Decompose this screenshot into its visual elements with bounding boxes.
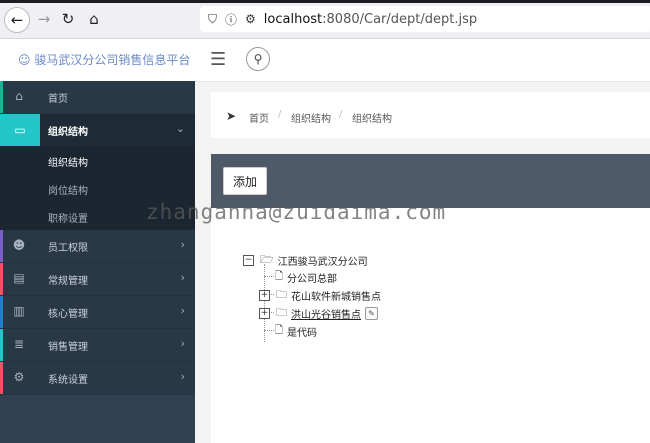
edit-icon[interactable]: ✎ bbox=[365, 306, 378, 320]
expand-toggle-icon[interactable]: + bbox=[259, 307, 270, 319]
back-icon[interactable]: ← bbox=[4, 7, 30, 33]
sidebar-subitem-org[interactable]: 组织结构 bbox=[0, 146, 195, 174]
sidebar-subitem-position[interactable]: 岗位结构 bbox=[0, 174, 195, 202]
sidebar-subitem-title[interactable]: 职称设置 bbox=[0, 202, 195, 230]
url-host: localhost bbox=[263, 11, 323, 27]
list-icon: ≣ bbox=[13, 337, 25, 351]
sidebar-item-staff[interactable]: ☻ 员工权限 › bbox=[0, 230, 195, 263]
tab-strip bbox=[0, 0, 650, 3]
sidebar-subitem-label: 职称设置 bbox=[48, 214, 88, 225]
url-bar[interactable]: ⛉ ⓘ ⚙ localhost:8080/Car/dept/dept.jsp bbox=[200, 6, 650, 32]
breadcrumb-separator: / bbox=[278, 109, 282, 120]
tree-node-label[interactable]: 洪山光谷销售点 bbox=[291, 306, 361, 321]
tree-node[interactable]: 🗋 是代码 bbox=[275, 324, 317, 339]
sidebar-accent bbox=[0, 329, 3, 361]
chart-icon: ▥ bbox=[13, 304, 25, 318]
home-icon[interactable]: ⌂ bbox=[84, 9, 104, 29]
sidebar-item-settings[interactable]: ⚙ 系统设置 › bbox=[0, 362, 195, 395]
monitor-icon: ▭ bbox=[0, 114, 40, 146]
tree-node[interactable]: 🗋 分公司总部 bbox=[275, 270, 337, 285]
tree-node-selected[interactable]: + 🗀 洪山光谷销售点 ✎ bbox=[259, 305, 378, 321]
collapse-toggle-icon[interactable]: − bbox=[243, 254, 254, 266]
folder-icon: 🗀 bbox=[276, 287, 287, 301]
folder-open-icon: 🗁 bbox=[260, 252, 274, 266]
search-icon[interactable]: ⚲ bbox=[246, 47, 270, 71]
list-icon: ▤ bbox=[13, 271, 25, 285]
sidebar: ⌂ 首页 ▭ 组织结构 ⌄ 组织结构 岗位结构 职称设置 ☻ 员工权限 › ▤ … bbox=[0, 81, 195, 443]
tree-node-label[interactable]: 江西骏马武汉分公司 bbox=[278, 253, 368, 268]
url-text[interactable]: localhost:8080/Car/dept/dept.jsp bbox=[264, 12, 477, 27]
chevron-right-icon: › bbox=[180, 370, 185, 383]
sidebar-item-label: 系统设置 bbox=[48, 375, 88, 386]
tree-node-label[interactable]: 是代码 bbox=[287, 324, 317, 339]
sidebar-accent bbox=[0, 81, 3, 113]
url-path: :8080/Car/dept/dept.jsp bbox=[322, 11, 478, 27]
shield-icon[interactable]: ⛉ bbox=[208, 12, 217, 27]
reload-icon[interactable]: ↻ bbox=[58, 9, 78, 29]
location-arrow-icon: ➤ bbox=[226, 109, 237, 123]
breadcrumb-separator: / bbox=[339, 109, 343, 120]
sidebar-item-label: 首页 bbox=[48, 94, 68, 105]
sidebar-item-general[interactable]: ▤ 常规管理 › bbox=[0, 263, 195, 296]
tree-connector bbox=[264, 330, 274, 331]
sidebar-item-label: 组织结构 bbox=[48, 127, 88, 138]
sidebar-item-label: 常规管理 bbox=[48, 276, 88, 287]
sidebar-item-label: 员工权限 bbox=[48, 243, 88, 254]
gears-icon: ⚙ bbox=[13, 370, 25, 384]
expand-toggle-icon[interactable]: + bbox=[259, 289, 270, 301]
sidebar-item-home[interactable]: ⌂ 首页 bbox=[0, 81, 195, 114]
sidebar-subitem-label: 组织结构 bbox=[48, 158, 88, 169]
sidebar-accent bbox=[0, 296, 3, 328]
sidebar-item-label: 核心管理 bbox=[48, 309, 88, 320]
sidebar-item-org[interactable]: ▭ 组织结构 ⌄ bbox=[0, 114, 195, 147]
chevron-right-icon: › bbox=[180, 271, 185, 284]
file-icon: 🗋 bbox=[275, 270, 284, 282]
chevron-right-icon: › bbox=[180, 238, 185, 251]
sidebar-accent bbox=[0, 263, 3, 295]
brand-title: ☺ 骏马武汉分公司销售信息平台 bbox=[18, 53, 191, 67]
tree-node[interactable]: + 🗀 花山软件新城销售点 bbox=[259, 287, 381, 303]
breadcrumb-current: 组织结构 bbox=[352, 114, 392, 125]
app-header: ☺ 骏马武汉分公司销售信息平台 ☰ ⚲ bbox=[0, 39, 650, 82]
tree-node-label[interactable]: 分公司总部 bbox=[287, 270, 337, 285]
breadcrumb: ➤ 首页 / 组织结构 / 组织结构 bbox=[211, 92, 650, 138]
home-icon: ⌂ bbox=[15, 89, 23, 103]
chevron-down-icon: ⌄ bbox=[175, 122, 185, 135]
chevron-right-icon: › bbox=[180, 337, 185, 350]
tree-node-label[interactable]: 花山软件新城销售点 bbox=[291, 288, 381, 303]
file-icon: 🗋 bbox=[275, 324, 284, 336]
sidebar-subitem-label: 岗位结构 bbox=[48, 186, 88, 197]
sidebar-item-sales[interactable]: ≣ 销售管理 › bbox=[0, 329, 195, 362]
tree-node-root[interactable]: − 🗁 江西骏马武汉分公司 bbox=[243, 252, 368, 268]
chevron-right-icon: › bbox=[180, 304, 185, 317]
folder-icon: 🗀 bbox=[276, 305, 287, 319]
add-button[interactable]: 添加 bbox=[223, 167, 267, 195]
browser-toolbar: ← → ↻ ⌂ ⛉ ⓘ ⚙ localhost:8080/Car/dept/de… bbox=[0, 0, 650, 39]
org-tree: − 🗁 江西骏马武汉分公司 🗋 分公司总部 + 🗀 花山软件新城销售点 + 🗀 … bbox=[243, 250, 543, 410]
breadcrumb-home[interactable]: 首页 bbox=[249, 110, 269, 125]
sidebar-item-label: 销售管理 bbox=[48, 342, 88, 353]
sidebar-accent bbox=[0, 230, 3, 262]
users-icon: ☻ bbox=[12, 238, 26, 252]
menu-toggle-icon[interactable]: ☰ bbox=[210, 51, 226, 69]
sidebar-item-core[interactable]: ▥ 核心管理 › bbox=[0, 296, 195, 329]
info-icon[interactable]: ⓘ bbox=[225, 11, 237, 28]
forward-icon[interactable]: → bbox=[34, 9, 54, 29]
panel-toolbar: 添加 bbox=[211, 154, 650, 208]
sidebar-accent bbox=[0, 362, 3, 394]
permissions-icon[interactable]: ⚙ bbox=[245, 12, 256, 26]
breadcrumb-section[interactable]: 组织结构 bbox=[291, 110, 331, 125]
tree-connector bbox=[264, 276, 274, 277]
